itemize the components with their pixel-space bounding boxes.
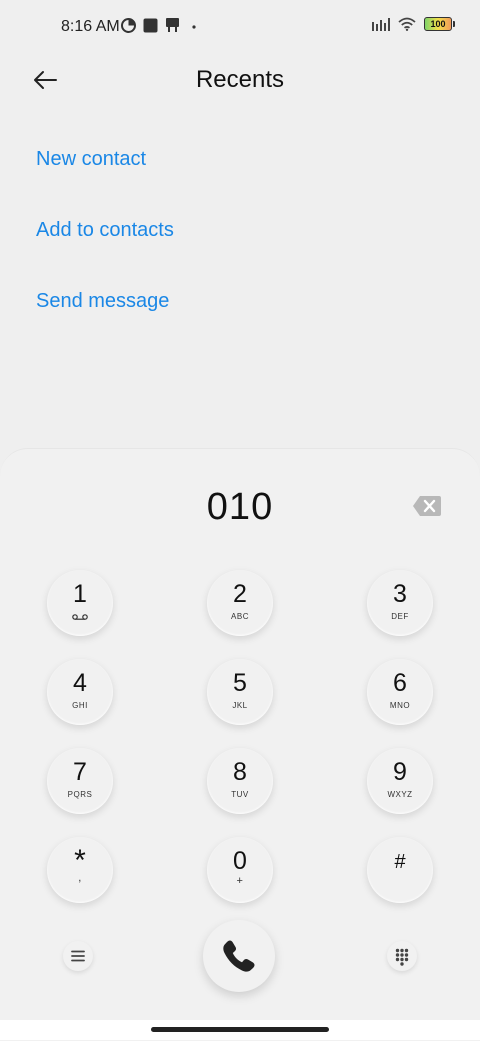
square-notification-icon xyxy=(143,18,158,33)
dialpad-toggle-button[interactable] xyxy=(387,941,417,971)
dialed-number: 010 xyxy=(206,486,274,528)
dial-key-8[interactable]: 8 TUV xyxy=(207,748,273,814)
key-letters: + xyxy=(236,875,244,887)
key-letters: WXYZ xyxy=(387,790,413,799)
status-time: 8:16 AM xyxy=(61,18,120,35)
key-digit: 0 xyxy=(233,847,247,875)
clock-icon xyxy=(121,18,136,33)
new-contact-link[interactable]: New contact xyxy=(36,148,146,171)
dial-key-9[interactable]: 9 WXYZ xyxy=(367,748,433,814)
status-right-icons: 100 xyxy=(372,17,455,31)
wifi-icon xyxy=(398,17,416,31)
call-button[interactable] xyxy=(203,920,275,992)
key-digit: 2 xyxy=(233,580,247,608)
key-digit: 7 xyxy=(73,758,87,786)
key-letters: JKL xyxy=(232,701,248,710)
key-digit: * xyxy=(74,844,86,877)
key-letters: GHI xyxy=(72,701,88,710)
key-digit: 6 xyxy=(393,669,407,697)
dial-key-4[interactable]: 4 GHI xyxy=(47,659,113,725)
dot-icon xyxy=(192,25,196,29)
voicemail-icon xyxy=(72,614,88,620)
page-title: Recents xyxy=(195,66,285,93)
dial-key-5[interactable]: 5 JKL xyxy=(207,659,273,725)
phone-icon xyxy=(223,940,255,972)
key-digit: 1 xyxy=(73,580,87,608)
usb-icon xyxy=(166,18,179,32)
key-digit: 8 xyxy=(233,758,247,786)
key-letters: MNO xyxy=(389,701,411,710)
key-letters: TUV xyxy=(231,790,249,799)
send-message-link[interactable]: Send message xyxy=(36,290,169,313)
key-letters: DEF xyxy=(391,612,409,621)
key-digit: 5 xyxy=(233,669,247,697)
dial-key-1[interactable]: 1 xyxy=(47,570,113,636)
dial-key-hash[interactable]: # xyxy=(367,837,433,903)
dial-key-7[interactable]: 7 PQRS xyxy=(47,748,113,814)
home-indicator[interactable] xyxy=(151,1027,329,1032)
menu-button[interactable] xyxy=(63,941,93,971)
add-to-contacts-link[interactable]: Add to contacts xyxy=(36,219,174,242)
dial-key-star[interactable]: * , xyxy=(47,837,113,903)
backspace-icon[interactable] xyxy=(412,495,442,517)
dial-key-0[interactable]: 0 + xyxy=(207,837,273,903)
key-letters: PQRS xyxy=(67,790,93,799)
key-digit: 9 xyxy=(393,758,407,786)
key-letters: ABC xyxy=(231,612,249,621)
key-digit: # xyxy=(394,851,406,873)
key-digit: 4 xyxy=(73,669,87,697)
dial-key-6[interactable]: 6 MNO xyxy=(367,659,433,725)
dialpad-grid-icon xyxy=(395,948,409,966)
dial-key-3[interactable]: 3 DEF xyxy=(367,570,433,636)
key-letters: , xyxy=(78,872,82,884)
signal-icon xyxy=(372,17,390,31)
menu-icon xyxy=(71,950,85,962)
battery-icon: 100 xyxy=(424,17,455,31)
status-bar: 8:16 AM 100 xyxy=(0,0,480,56)
key-digit: 3 xyxy=(393,580,407,608)
dial-key-2[interactable]: 2 ABC xyxy=(207,570,273,636)
